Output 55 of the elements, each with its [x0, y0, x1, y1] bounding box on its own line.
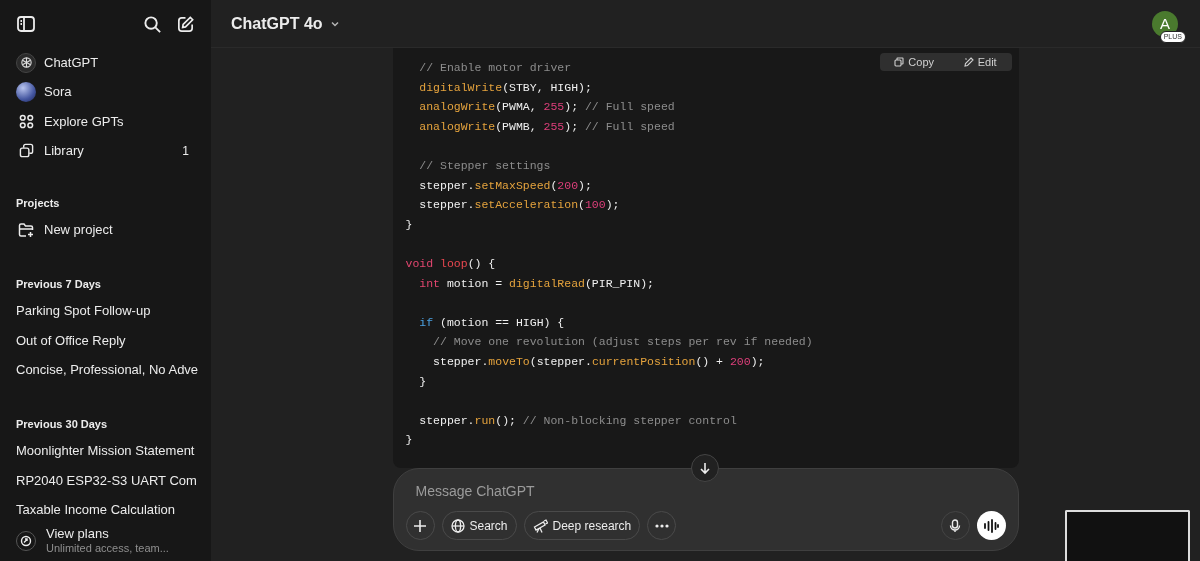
- chat-history-item[interactable]: Out of Office Reply: [8, 325, 134, 356]
- code-line: if (motion == HIGH) {: [418, 314, 565, 331]
- code-line: }: [405, 432, 413, 449]
- section-heading: Projects: [15, 196, 61, 212]
- code-line: stepper.setAcceleration(100);: [418, 197, 620, 214]
- chat-history-item[interactable]: RP2040 ESP32-S3 UART Com: [8, 465, 205, 496]
- message-composer[interactable]: Message ChatGPT Search Deep research: [392, 468, 1019, 551]
- code-line: void loop() {: [405, 255, 496, 272]
- code-line: stepper.moveTo(stepper.currentPosition() + 200);: [432, 353, 765, 370]
- more-icon: [654, 523, 669, 528]
- code-line: }: [418, 373, 427, 390]
- microphone-icon: [949, 518, 961, 533]
- code-line: // Enable motor driver: [418, 60, 572, 76]
- sidebar-nav-item[interactable]: ChatGPT: [8, 48, 203, 78]
- sidebar-nav-item[interactable]: Explore GPTs: [8, 106, 203, 137]
- sidebar-nav-item[interactable]: New project: [8, 215, 203, 245]
- folder-plus-icon: [18, 222, 34, 238]
- code-line: analogWrite(PWMB, 255); // Full speed: [418, 118, 675, 135]
- telescope-icon: [532, 518, 548, 533]
- sidebar-toggle-icon[interactable]: [16, 14, 36, 34]
- code-line: digitalWrite(STBY, HIGH);: [418, 79, 592, 96]
- plus-icon: [413, 518, 427, 533]
- compose-icon[interactable]: [176, 14, 195, 34]
- scroll-down-button[interactable]: [690, 454, 719, 482]
- code-line: int motion = digitalRead(PIR_PIN);: [418, 275, 654, 292]
- model-selector[interactable]: ChatGPT 4o: [231, 11, 341, 36]
- pencil-icon: [963, 57, 974, 67]
- code-line: analogWrite(PWMA, 255); // Full speed: [418, 99, 675, 116]
- code-line: stepper.run(); // Non-blocking stepper control: [418, 412, 737, 429]
- code-line: }: [405, 216, 413, 233]
- view-plans-link[interactable]: View plans: [46, 526, 169, 543]
- globe-icon: [450, 518, 465, 533]
- view-plans-subtitle: Unlimited access, team...: [46, 542, 169, 556]
- grid-icon: [18, 113, 34, 129]
- search-icon[interactable]: [143, 14, 162, 34]
- waveform-icon: [983, 518, 999, 533]
- voice-mode-button[interactable]: [976, 511, 1006, 540]
- code-line: // Move one revolution (adjust steps per rev if needed): [432, 334, 813, 351]
- chat-history-item[interactable]: Taxable Income Calculation: [8, 495, 183, 525]
- section-heading: Previous 7 Days: [15, 277, 102, 293]
- code-action-button[interactable]: Edit: [963, 53, 997, 71]
- sidebar-nav-item[interactable]: Library 1: [8, 136, 203, 166]
- item-count: 1: [182, 142, 190, 160]
- stacked-squares-icon: [18, 143, 34, 159]
- arrow-down-icon: [697, 461, 712, 475]
- code-action-button[interactable]: Copy: [894, 53, 934, 71]
- section-heading: Previous 30 Days: [15, 416, 109, 432]
- code-line: stepper.setMaxSpeed(200);: [418, 177, 592, 194]
- chat-history-item[interactable]: Moonlighter Mission Statement: [8, 436, 203, 466]
- screenshot-thumbnail[interactable]: [1065, 510, 1190, 561]
- code-line: // Stepper settings: [418, 157, 551, 174]
- chat-history-item[interactable]: Parking Spot Follow-up: [8, 296, 159, 326]
- chat-history-item[interactable]: Concise, Professional, No Adve: [8, 355, 207, 385]
- sidebar-nav-item[interactable]: Sora: [8, 77, 203, 107]
- copy-icon: [894, 57, 905, 67]
